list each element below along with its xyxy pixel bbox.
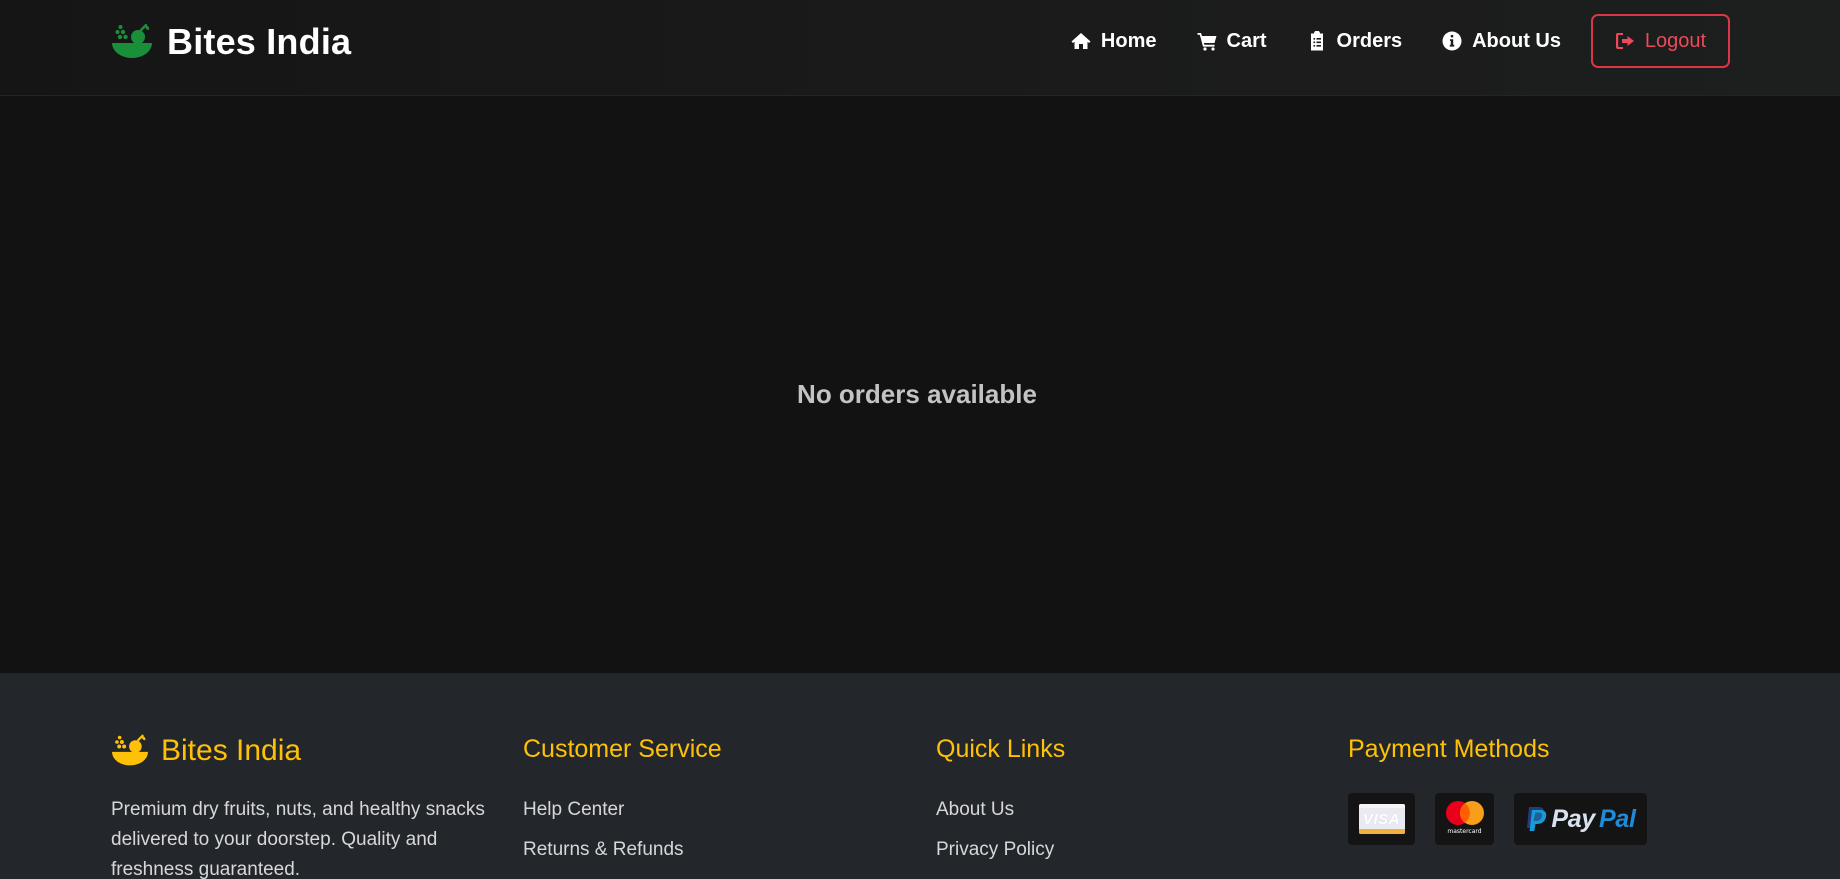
visa-text: VISA [1362, 810, 1400, 828]
fruit-bowl-icon [112, 734, 148, 766]
quick-links-list: About Us Privacy Policy [936, 795, 1054, 875]
help-center-link[interactable]: Help Center [523, 799, 624, 820]
about-us-link[interactable]: About Us [936, 799, 1014, 820]
nav-orders[interactable]: Orders [1307, 29, 1403, 53]
orders-main: No orders available [0, 96, 1840, 673]
visa-logo: VISA [1348, 793, 1415, 845]
payment-methods-heading: Payment Methods [1348, 735, 1550, 763]
footer-brand: Bites India [111, 733, 301, 769]
privacy-policy-link[interactable]: Privacy Policy [936, 839, 1054, 860]
list-item: Help Center [523, 795, 684, 835]
nav-links: Home Cart Orders About Us Logout [1071, 14, 1730, 68]
paypal-text-pay: Pay [1551, 804, 1595, 833]
customer-service-heading: Customer Service [523, 735, 722, 763]
nav-home-label: Home [1100, 29, 1157, 52]
list-item: About Us [936, 795, 1054, 835]
empty-orders-message: No orders available [797, 379, 1037, 409]
nav-orders-label: Orders [1336, 29, 1403, 52]
sign-out-icon [1615, 33, 1634, 49]
footer-brand-name: Bites India [161, 734, 302, 767]
navbar: Bites India Home Cart Orders About Us Lo… [0, 0, 1840, 96]
home-icon [1071, 33, 1091, 49]
clipboard-icon [1310, 31, 1323, 51]
paypal-text-pal: Pal [1598, 804, 1636, 833]
logout-label: Logout [1644, 29, 1707, 52]
list-item: Privacy Policy [936, 835, 1054, 875]
customer-service-links: Help Center Returns & Refunds [523, 795, 684, 875]
brand-link[interactable]: Bites India [111, 20, 351, 64]
paypal-icon [1527, 807, 1547, 831]
list-item: Returns & Refunds [523, 835, 684, 875]
nav-about[interactable]: About Us [1442, 30, 1561, 53]
nav-home[interactable]: Home [1071, 30, 1157, 53]
visa-card-face: VISA [1358, 804, 1405, 834]
mastercard-logo: mastercard [1435, 793, 1494, 845]
footer: Bites India Premium dry fruits, nuts, an… [0, 673, 1840, 879]
nav-cart[interactable]: Cart [1197, 30, 1267, 53]
info-icon [1442, 31, 1462, 51]
fruit-bowl-icon [112, 23, 152, 58]
mastercard-mark: mastercard [1444, 798, 1486, 840]
mastercard-circles-icon [1445, 801, 1484, 825]
mastercard-text: mastercard [1447, 828, 1482, 835]
footer-description: Premium dry fruits, nuts, and healthy sn… [111, 799, 485, 879]
brand-name: Bites India [167, 21, 352, 62]
paypal-logo: Pay Pal [1514, 793, 1647, 845]
returns-refunds-link[interactable]: Returns & Refunds [523, 839, 684, 860]
paypal-mark: Pay Pal [1525, 804, 1636, 834]
logout-button[interactable]: Logout [1591, 14, 1730, 68]
quick-links-heading: Quick Links [936, 735, 1066, 763]
payment-logos: VISA mastercard Pay Pal [1348, 793, 1667, 845]
nav-about-label: About Us [1472, 29, 1561, 52]
cart-icon [1197, 33, 1216, 51]
nav-cart-label: Cart [1226, 29, 1267, 52]
